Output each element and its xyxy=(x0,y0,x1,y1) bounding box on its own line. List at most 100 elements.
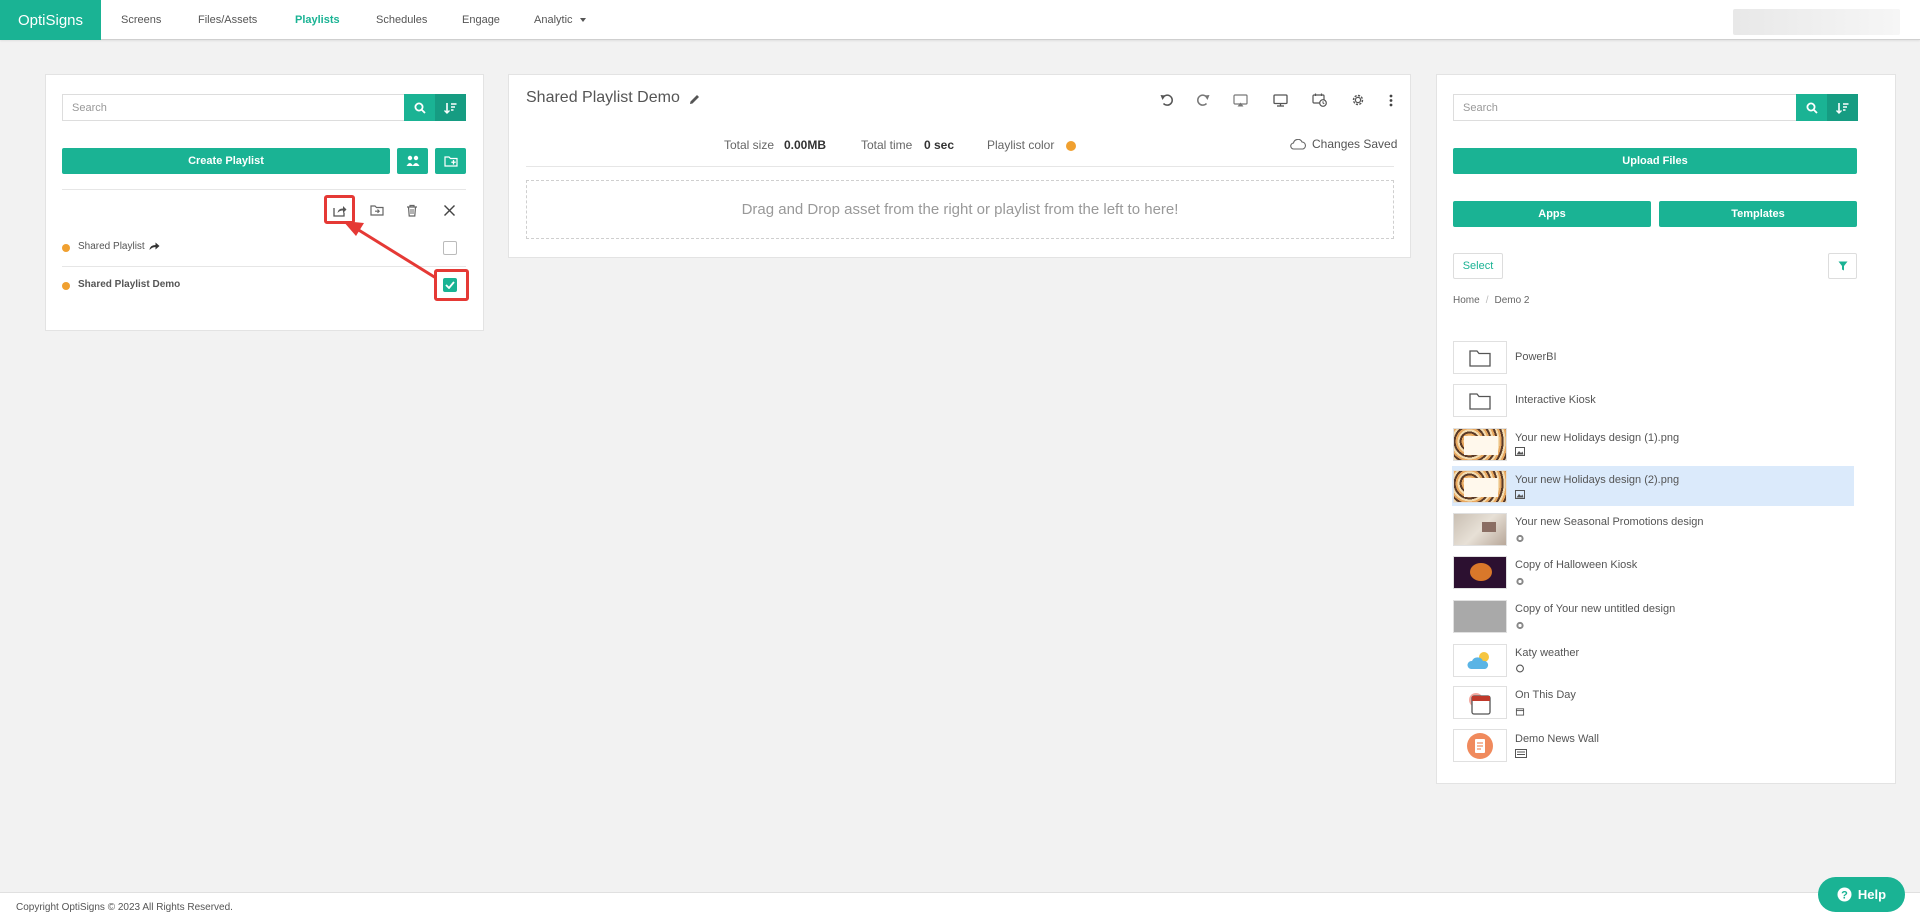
move-to-folder-icon[interactable] xyxy=(367,200,387,220)
playlist-color-dot xyxy=(62,244,70,252)
svg-text:?: ? xyxy=(1841,890,1848,902)
nav-analytic-label: Analytic xyxy=(534,14,573,26)
share-highlight-box xyxy=(324,195,355,224)
asset-thumbnail-holidays xyxy=(1453,470,1507,503)
redo-icon[interactable] xyxy=(1193,90,1213,110)
asset-search-button[interactable] xyxy=(1796,94,1827,121)
close-icon[interactable] xyxy=(439,200,459,220)
asset-thumbnail-untitled xyxy=(1453,600,1507,633)
playlist-title: Shared Playlist Demo xyxy=(526,89,680,106)
asset-thumbnail-seasonal xyxy=(1453,513,1507,546)
checkbox-highlight-box xyxy=(434,269,469,301)
breadcrumb: Home / Demo 2 xyxy=(1453,295,1529,306)
team-share-button[interactable] xyxy=(397,148,428,174)
news-small-icon xyxy=(1515,749,1527,758)
asset-thumbnail-halloween xyxy=(1453,556,1507,589)
nav-files-assets[interactable]: Files/Assets xyxy=(198,0,257,40)
total-time-value: 0 sec xyxy=(924,138,955,152)
user-account-menu[interactable] xyxy=(1733,9,1900,35)
folder-icon xyxy=(1469,392,1491,410)
schedule-screen-icon[interactable] xyxy=(1309,90,1329,110)
total-size-value: 0.00MB xyxy=(784,138,827,152)
nav-schedules[interactable]: Schedules xyxy=(376,0,427,40)
thumbnail-decoration xyxy=(1470,563,1492,581)
folder-icon xyxy=(1469,349,1491,367)
asset-name[interactable]: On This Day xyxy=(1515,689,1576,701)
nav-engage[interactable]: Engage xyxy=(462,0,500,40)
more-vertical-icon[interactable] xyxy=(1381,90,1401,110)
cloud-icon xyxy=(1290,138,1306,150)
design-icon xyxy=(1516,577,1524,586)
save-status: Changes Saved xyxy=(1290,137,1397,151)
apps-button[interactable]: Apps xyxy=(1453,201,1651,227)
asset-thumbnail-holidays xyxy=(1453,428,1507,461)
asset-thumbnail xyxy=(1453,384,1507,417)
asset-name[interactable]: Interactive Kiosk xyxy=(1515,394,1596,406)
nav-playlists[interactable]: Playlists xyxy=(295,0,340,40)
asset-name[interactable]: Demo News Wall xyxy=(1515,733,1599,745)
sort-icon xyxy=(1836,102,1849,114)
playlist-item[interactable]: Shared Playlist xyxy=(78,241,160,252)
asset-name[interactable]: Katy weather xyxy=(1515,647,1579,659)
help-button[interactable]: ? Help xyxy=(1818,877,1905,912)
divider xyxy=(62,266,466,267)
asset-search-input[interactable]: Search xyxy=(1453,94,1797,121)
nav-analytic[interactable]: Analytic xyxy=(534,0,586,40)
divider xyxy=(62,189,466,190)
gear-icon[interactable] xyxy=(1348,90,1368,110)
footer xyxy=(0,892,1920,923)
shared-icon xyxy=(149,242,160,250)
filter-button[interactable] xyxy=(1828,253,1857,279)
nav-screens[interactable]: Screens xyxy=(121,0,161,40)
playlist-search-input[interactable]: Search xyxy=(62,94,405,121)
help-label: Help xyxy=(1857,887,1887,902)
asset-name[interactable]: Copy of Halloween Kiosk xyxy=(1515,559,1637,571)
undo-icon[interactable] xyxy=(1157,90,1177,110)
playlist-color-dot xyxy=(62,282,70,290)
top-navbar: OptiSigns Screens Files/Assets Playlists… xyxy=(0,0,1920,40)
asset-name[interactable]: Your new Holidays design (2).png xyxy=(1515,474,1679,486)
asset-name[interactable]: Your new Holidays design (1).png xyxy=(1515,432,1679,444)
cast-icon[interactable] xyxy=(1230,90,1250,110)
pencil-icon[interactable] xyxy=(684,89,704,109)
playlist-sort-button[interactable] xyxy=(435,94,466,121)
logo[interactable]: OptiSigns xyxy=(0,0,101,40)
playlist-item[interactable]: Shared Playlist Demo xyxy=(78,279,180,290)
breadcrumb-home[interactable]: Home xyxy=(1453,295,1480,306)
calendar-icon xyxy=(1469,692,1491,715)
calendar-small-icon xyxy=(1515,708,1525,716)
filter-icon xyxy=(1838,261,1847,271)
total-size-label: Total size xyxy=(724,138,775,152)
templates-button[interactable]: Templates xyxy=(1659,201,1857,227)
upload-files-button[interactable]: Upload Files xyxy=(1453,148,1857,174)
thumbnail-card xyxy=(1464,478,1498,497)
breadcrumb-current: Demo 2 xyxy=(1494,295,1530,306)
select-button[interactable]: Select xyxy=(1453,253,1503,279)
chevron-down-icon xyxy=(579,18,586,22)
asset-name[interactable]: Copy of Your new untitled design xyxy=(1515,603,1675,615)
image-icon xyxy=(1515,447,1525,456)
new-folder-button[interactable] xyxy=(435,148,466,174)
monitor-icon[interactable] xyxy=(1270,90,1290,110)
asset-name[interactable]: PowerBI xyxy=(1515,351,1557,363)
divider xyxy=(526,166,1394,167)
folder-add-icon xyxy=(443,156,458,167)
playlist-checkbox[interactable] xyxy=(443,241,457,255)
playlist-color-label: Playlist color xyxy=(987,138,1055,152)
create-playlist-button[interactable]: Create Playlist xyxy=(62,148,390,174)
question-icon: ? xyxy=(1837,887,1852,902)
playlist-drop-zone[interactable]: Drag and Drop asset from the right or pl… xyxy=(526,180,1394,239)
playlist-name: Shared Playlist xyxy=(78,241,145,252)
asset-thumbnail-weather xyxy=(1453,644,1507,677)
app-icon xyxy=(1516,664,1524,673)
thumbnail-card xyxy=(1464,436,1498,455)
playlist-color-swatch[interactable] xyxy=(1066,141,1076,151)
trash-icon[interactable] xyxy=(402,200,422,220)
playlist-search-button[interactable] xyxy=(404,94,435,121)
asset-name[interactable]: Your new Seasonal Promotions design xyxy=(1515,516,1704,528)
asset-sort-button[interactable] xyxy=(1827,94,1858,121)
asset-row-selected[interactable] xyxy=(1452,466,1854,506)
copyright-text: Copyright OptiSigns © 2023 All Rights Re… xyxy=(16,902,233,913)
sort-icon xyxy=(444,102,457,114)
asset-thumbnail-on-this-day xyxy=(1453,686,1507,719)
